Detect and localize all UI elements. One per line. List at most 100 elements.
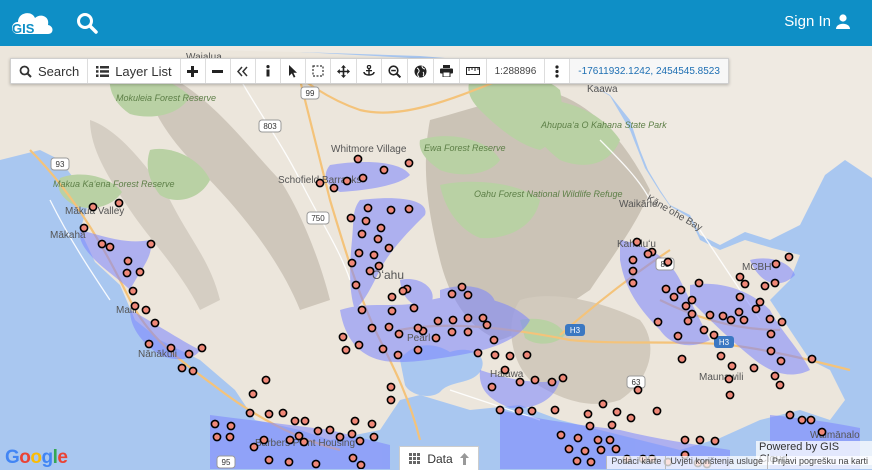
map-point-marker[interactable] bbox=[128, 286, 138, 296]
map-point-marker[interactable] bbox=[353, 154, 363, 164]
print-button[interactable] bbox=[434, 59, 460, 83]
map-point-marker[interactable] bbox=[367, 419, 377, 429]
map-point-marker[interactable] bbox=[347, 258, 357, 268]
map-point-marker[interactable] bbox=[290, 416, 300, 426]
measure-button[interactable] bbox=[460, 59, 487, 83]
map-point-marker[interactable] bbox=[661, 284, 671, 294]
map-point-marker[interactable] bbox=[354, 248, 364, 258]
map-point-marker[interactable] bbox=[373, 234, 383, 244]
map-point-marker[interactable] bbox=[374, 261, 384, 271]
map-point-marker[interactable] bbox=[515, 377, 525, 387]
map-point-marker[interactable] bbox=[369, 250, 379, 260]
map-point-marker[interactable] bbox=[346, 213, 356, 223]
map-point-marker[interactable] bbox=[760, 281, 770, 291]
map-point-marker[interactable] bbox=[766, 346, 776, 356]
map-point-marker[interactable] bbox=[325, 425, 335, 435]
map-point-marker[interactable] bbox=[725, 390, 735, 400]
map-point-marker[interactable] bbox=[341, 345, 351, 355]
anchor-button[interactable] bbox=[357, 59, 382, 83]
map-point-marker[interactable] bbox=[547, 377, 557, 387]
map-point-marker[interactable] bbox=[447, 289, 457, 299]
map-point-marker[interactable] bbox=[409, 303, 419, 313]
map-point-marker[interactable] bbox=[363, 203, 373, 213]
map-point-marker[interactable] bbox=[580, 446, 590, 456]
map-point-marker[interactable] bbox=[751, 304, 761, 314]
map-point-marker[interactable] bbox=[628, 255, 638, 265]
map-point-marker[interactable] bbox=[718, 311, 728, 321]
map-point-marker[interactable] bbox=[487, 382, 497, 392]
map-point-marker[interactable] bbox=[457, 282, 467, 292]
map-point-marker[interactable] bbox=[482, 320, 492, 330]
map-point-marker[interactable] bbox=[695, 435, 705, 445]
map-point-marker[interactable] bbox=[384, 322, 394, 332]
map-point-marker[interactable] bbox=[473, 348, 483, 358]
map-point-marker[interactable] bbox=[350, 416, 360, 426]
map-point-marker[interactable] bbox=[300, 416, 310, 426]
map-data-link[interactable]: Podaci karte bbox=[606, 456, 665, 469]
map-point-marker[interactable] bbox=[612, 407, 622, 417]
search-icon[interactable] bbox=[76, 12, 98, 34]
map-point-marker[interactable] bbox=[765, 314, 775, 324]
map-point-marker[interactable] bbox=[677, 354, 687, 364]
map-point-marker[interactable] bbox=[556, 430, 566, 440]
map-point-marker[interactable] bbox=[669, 292, 679, 302]
map-point-marker[interactable] bbox=[489, 335, 499, 345]
map-point-marker[interactable] bbox=[653, 317, 663, 327]
map-point-marker[interactable] bbox=[394, 329, 404, 339]
map-point-marker[interactable] bbox=[357, 305, 367, 315]
map-point-marker[interactable] bbox=[261, 375, 271, 385]
previous-extent-button[interactable] bbox=[231, 59, 256, 83]
map-point-marker[interactable] bbox=[351, 280, 361, 290]
map-point-marker[interactable] bbox=[311, 459, 321, 469]
pan-button[interactable] bbox=[331, 59, 357, 83]
map-point-marker[interactable] bbox=[550, 405, 560, 415]
map-point-marker[interactable] bbox=[448, 315, 458, 325]
map-point-marker[interactable] bbox=[596, 445, 606, 455]
map-point-marker[interactable] bbox=[806, 415, 816, 425]
map-point-marker[interactable] bbox=[572, 456, 582, 466]
map-point-marker[interactable] bbox=[386, 395, 396, 405]
map-point-marker[interactable] bbox=[150, 318, 160, 328]
map-point-marker[interactable] bbox=[356, 460, 366, 469]
map-point-marker[interactable] bbox=[379, 165, 389, 175]
map-point-marker[interactable] bbox=[355, 436, 365, 446]
map-point-marker[interactable] bbox=[770, 371, 780, 381]
map-point-marker[interactable] bbox=[727, 361, 737, 371]
map-point-marker[interactable] bbox=[710, 436, 720, 446]
map-point-marker[interactable] bbox=[807, 354, 817, 364]
map-point-marker[interactable] bbox=[393, 350, 403, 360]
map-point-marker[interactable] bbox=[338, 332, 348, 342]
map-point-marker[interactable] bbox=[527, 406, 537, 416]
map-point-marker[interactable] bbox=[413, 345, 423, 355]
data-panel-toggle[interactable]: Data bbox=[399, 446, 479, 470]
map-point-marker[interactable] bbox=[387, 306, 397, 316]
map-point-marker[interactable] bbox=[495, 405, 505, 415]
map-point-marker[interactable] bbox=[770, 278, 780, 288]
map-point-marker[interactable] bbox=[378, 344, 388, 354]
map-point-marker[interactable] bbox=[404, 158, 414, 168]
map-point-marker[interactable] bbox=[135, 267, 145, 277]
map-point-marker[interactable] bbox=[259, 435, 269, 445]
map-point-marker[interactable] bbox=[611, 444, 621, 454]
map-point-marker[interactable] bbox=[367, 323, 377, 333]
map-point-marker[interactable] bbox=[478, 313, 488, 323]
map-point-marker[interactable] bbox=[413, 323, 423, 333]
map-point-marker[interactable] bbox=[663, 257, 673, 267]
terms-link[interactable]: Uvjeti korištenja usluge bbox=[665, 456, 767, 469]
map-point-marker[interactable] bbox=[315, 178, 325, 188]
gis-cloud-logo[interactable]: GIS bbox=[8, 6, 54, 40]
map-point-marker[interactable] bbox=[694, 278, 704, 288]
map-point-marker[interactable] bbox=[212, 432, 222, 442]
map-point-marker[interactable] bbox=[210, 419, 220, 429]
map-point-marker[interactable] bbox=[284, 457, 294, 467]
zoom-to-button[interactable] bbox=[382, 59, 408, 83]
map-point-marker[interactable] bbox=[583, 409, 593, 419]
map-point-marker[interactable] bbox=[105, 242, 115, 252]
map-point-marker[interactable] bbox=[514, 406, 524, 416]
map-point-marker[interactable] bbox=[673, 331, 683, 341]
map-point-marker[interactable] bbox=[716, 351, 726, 361]
map-point-marker[interactable] bbox=[384, 243, 394, 253]
map-point-marker[interactable] bbox=[785, 410, 795, 420]
map-point-marker[interactable] bbox=[177, 363, 187, 373]
map-point-marker[interactable] bbox=[558, 373, 568, 383]
